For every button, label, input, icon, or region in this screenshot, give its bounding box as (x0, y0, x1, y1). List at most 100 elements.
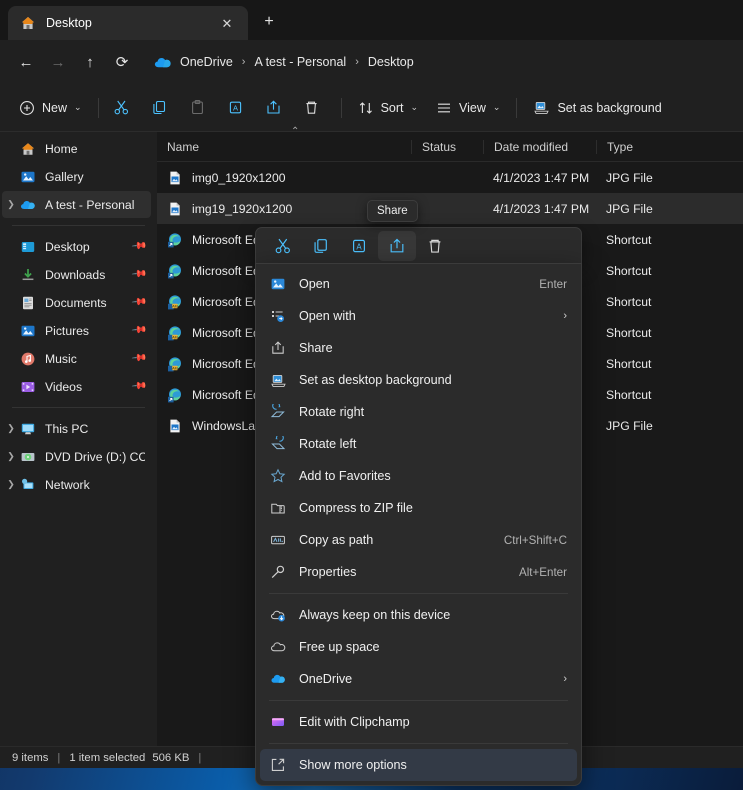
menu-item-set-as-desktop-background[interactable]: Set as desktop background (260, 364, 577, 396)
context-menu[interactable]: Open Enter Open with › Share Set as desk… (255, 263, 582, 786)
videos-icon (20, 379, 36, 395)
close-icon[interactable]: ✕ (214, 10, 240, 36)
pin-icon[interactable]: 📌 (130, 238, 147, 254)
menu-item-show-more-options[interactable]: Show more options (260, 749, 577, 781)
set-as-background-button[interactable]: Set as background (524, 92, 670, 124)
cut-button[interactable] (106, 92, 144, 124)
navigation-pane[interactable]: Home Gallery ❯ A test - Personal (0, 132, 157, 746)
gallery-icon (20, 169, 36, 185)
view-button[interactable]: View ⌄ (427, 92, 509, 124)
chevron-right-icon[interactable]: ❯ (2, 200, 20, 209)
paste-button[interactable] (182, 92, 220, 124)
pin-icon[interactable]: 📌 (130, 266, 147, 282)
home-icon (20, 141, 36, 157)
cut-button[interactable] (264, 231, 302, 261)
copy-button[interactable] (144, 92, 182, 124)
menu-item-open[interactable]: Open Enter (260, 268, 577, 300)
menu-item-add-to-favorites[interactable]: Add to Favorites (260, 460, 577, 492)
sidebar-item-desktop[interactable]: Desktop 📌 (2, 233, 151, 260)
sidebar-divider (12, 225, 145, 226)
chevron-right-icon[interactable]: ❯ (2, 480, 20, 489)
svg-text:A: A (233, 104, 238, 113)
menu-item-rotate-right[interactable]: Rotate right (260, 396, 577, 428)
pin-icon[interactable]: 📌 (130, 322, 147, 338)
context-mini-toolbar[interactable]: A (255, 227, 582, 263)
column-header-name[interactable]: Name (157, 140, 411, 154)
forward-button[interactable]: → (42, 46, 74, 78)
edge-shortcut-icon (167, 232, 183, 248)
menu-item-copy-as-path[interactable]: Copy as path Ctrl+Shift+C (260, 524, 577, 556)
menu-item-open-with[interactable]: Open with › (260, 300, 577, 332)
pin-icon[interactable]: 📌 (130, 350, 147, 366)
sidebar-item-a-test-personal[interactable]: ❯ A test - Personal (2, 191, 151, 218)
zip-icon (269, 500, 287, 516)
set-background-icon (269, 372, 287, 388)
pin-icon[interactable]: 📌 (130, 378, 147, 394)
chevron-right-icon[interactable]: ❯ (2, 424, 20, 433)
menu-item-properties[interactable]: Properties Alt+Enter (260, 556, 577, 588)
sort-button[interactable]: Sort ⌄ (349, 92, 427, 124)
cloud-keep-icon (269, 607, 287, 623)
new-tab-button[interactable]: + (254, 7, 284, 37)
breadcrumb[interactable]: OneDrive › A test - Personal › Desktop (146, 47, 733, 77)
copy-button[interactable] (302, 231, 340, 261)
rename-button[interactable]: A (340, 231, 378, 261)
rename-button[interactable]: A (220, 92, 258, 124)
menu-item-compress-to-zip[interactable]: Compress to ZIP file (260, 492, 577, 524)
menu-item-share[interactable]: Share (260, 332, 577, 364)
chevron-right-icon[interactable]: ❯ (2, 452, 20, 461)
sidebar-item-downloads[interactable]: Downloads 📌 (2, 261, 151, 288)
sidebar-item-music[interactable]: Music 📌 (2, 345, 151, 372)
jpg-file-icon (167, 201, 183, 217)
column-header-type[interactable]: Type (596, 140, 743, 154)
sidebar-item-home[interactable]: Home (2, 135, 151, 162)
back-button[interactable]: ← (10, 46, 42, 78)
share-button[interactable] (258, 92, 296, 124)
delete-button[interactable] (296, 92, 334, 124)
chevron-down-icon: ⌄ (493, 102, 501, 113)
sidebar-item-network[interactable]: ❯ Network (2, 471, 151, 498)
menu-item-onedrive[interactable]: OneDrive › (260, 663, 577, 695)
delete-button[interactable] (416, 231, 454, 261)
pin-icon[interactable]: 📌 (130, 294, 147, 310)
status-divider: | (57, 752, 60, 764)
menu-item-free-up-space[interactable]: Free up space (260, 631, 577, 663)
menu-item-accelerator: Alt+Enter (519, 566, 567, 579)
breadcrumb-a-test-personal[interactable]: A test - Personal (254, 55, 346, 69)
menu-item-rotate-left[interactable]: Rotate left (260, 428, 577, 460)
sidebar-item-dvd-drive[interactable]: ❯ DVD Drive (D:) CCC (2, 443, 151, 470)
menu-item-label: Properties (299, 565, 507, 579)
column-header-date-modified[interactable]: Date modified (483, 140, 596, 154)
share-button[interactable] (378, 231, 416, 261)
file-name-text: img19_1920x1200 (192, 202, 292, 216)
file-date-cell: 4/1/2023 1:47 PM (483, 171, 596, 185)
sidebar-item-gallery[interactable]: Gallery (2, 163, 151, 190)
new-button[interactable]: New ⌄ (10, 92, 91, 124)
sidebar-item-documents[interactable]: Documents 📌 (2, 289, 151, 316)
table-row[interactable]: img0_1920x1200 4/1/2023 1:47 PM JPG File (157, 162, 743, 193)
sidebar-item-label: Pictures (45, 324, 133, 338)
status-divider: | (198, 752, 201, 764)
breadcrumb-desktop[interactable]: Desktop (368, 55, 414, 69)
menu-item-always-keep-on-this-device[interactable]: Always keep on this device (260, 599, 577, 631)
menu-item-label: Show more options (299, 758, 567, 772)
tab-desktop[interactable]: Desktop ✕ (8, 6, 248, 40)
network-icon (20, 477, 36, 493)
chevron-right-icon: › (563, 673, 567, 685)
sidebar-item-this-pc[interactable]: ❯ This PC (2, 415, 151, 442)
up-button[interactable]: ↑ (74, 46, 106, 78)
menu-item-label: Add to Favorites (299, 469, 567, 483)
column-header-status[interactable]: Status (411, 140, 483, 154)
toolbar-divider (341, 98, 342, 118)
menu-item-edit-with-clipchamp[interactable]: Edit with Clipchamp (260, 706, 577, 738)
set-background-icon (533, 99, 550, 116)
new-button-label: New (42, 101, 67, 115)
table-row[interactable]: img19_1920x1200 4/1/2023 1:47 PM JPG Fil… (157, 193, 743, 224)
svg-text:AM: AM (172, 335, 177, 339)
breadcrumb-onedrive[interactable]: OneDrive (180, 55, 233, 69)
refresh-button[interactable]: ⟳ (106, 46, 138, 78)
sidebar-divider (12, 407, 145, 408)
sidebar-item-label: Music (45, 352, 133, 366)
sidebar-item-videos[interactable]: Videos 📌 (2, 373, 151, 400)
sidebar-item-pictures[interactable]: Pictures 📌 (2, 317, 151, 344)
